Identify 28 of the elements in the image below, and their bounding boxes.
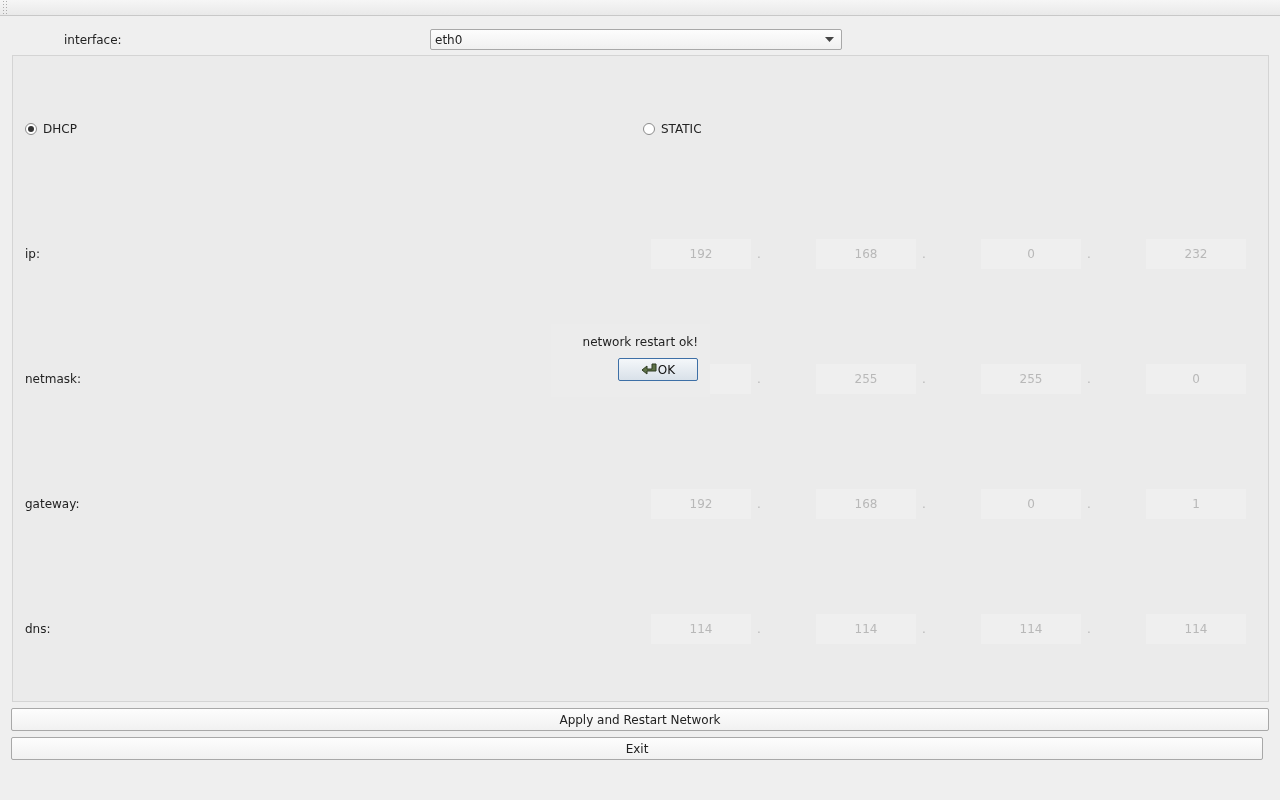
radio-button[interactable]	[25, 122, 37, 135]
dot-separator: .	[1087, 246, 1091, 261]
caret-icon	[825, 37, 834, 42]
radio-label[interactable]: DHCP	[43, 121, 77, 136]
dot-separator: .	[1087, 496, 1091, 511]
interface-dropdown[interactable]: eth0	[430, 29, 842, 50]
dot-separator: .	[757, 246, 761, 261]
dot-separator: .	[1087, 621, 1091, 636]
dot-separator: .	[922, 496, 926, 511]
enter-arrow-icon	[640, 362, 657, 377]
ok-button[interactable]: OK	[618, 358, 698, 381]
dot-separator: .	[922, 371, 926, 386]
dot-separator: .	[757, 496, 761, 511]
dot-separator: .	[757, 621, 761, 636]
dot-separator: .	[1087, 371, 1091, 386]
radio-button[interactable]	[643, 122, 655, 135]
field-label: ip:	[25, 246, 41, 261]
field-label: dns:	[25, 621, 52, 636]
dot-separator: .	[922, 621, 926, 636]
dot-separator: .	[922, 246, 926, 261]
exit-button[interactable]: Exit	[11, 737, 1263, 760]
apply-button[interactable]: Apply and Restart Network	[11, 708, 1269, 731]
field-label: netmask:	[25, 371, 82, 386]
dialog-message: network restart ok!	[582, 335, 698, 349]
dot-separator: .	[757, 371, 761, 386]
field-label: gateway:	[25, 496, 81, 511]
radio-label[interactable]: STATIC	[661, 121, 702, 136]
interface-label: interface:	[63, 32, 123, 47]
